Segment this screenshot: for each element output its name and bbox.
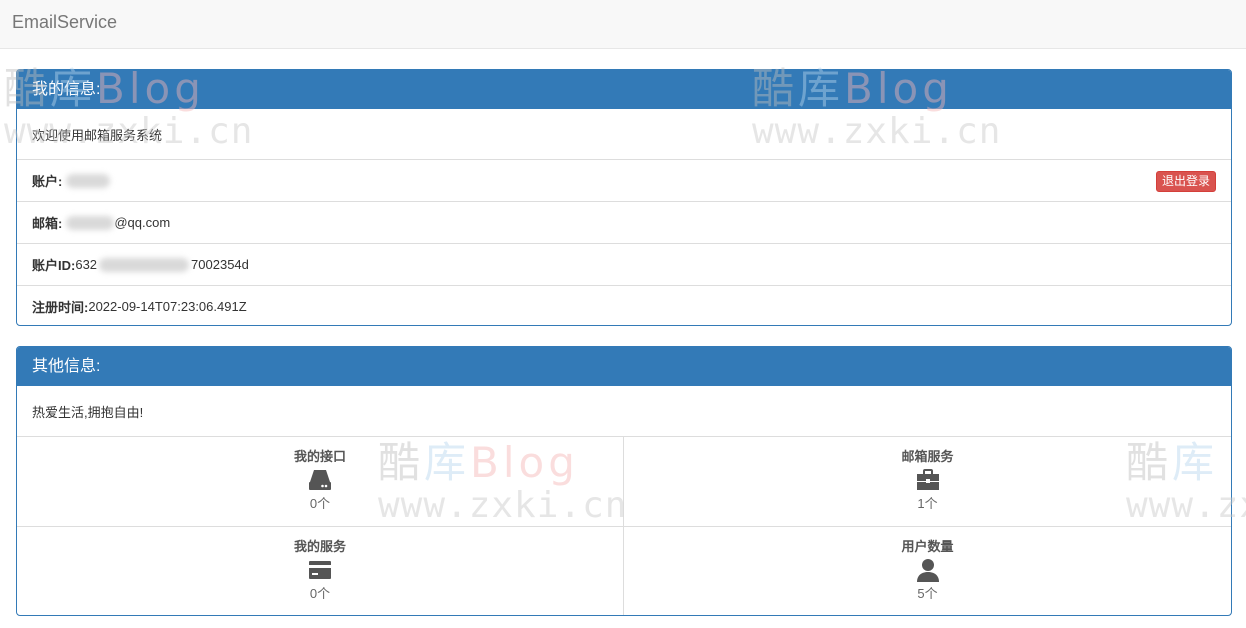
account-id-row: 账户ID: 632 7002354d bbox=[17, 243, 1231, 285]
other-info-panel: 其他信息: 热爱生活,拥抱自由! 我的接口 0个 邮箱服务 1个 我的服务 0个… bbox=[16, 346, 1232, 616]
stat-title: 我的服务 bbox=[293, 539, 346, 554]
email-value: @qq.com bbox=[114, 215, 171, 230]
register-time-row: 注册时间: 2022-09-14T07:23:06.491Z bbox=[17, 285, 1231, 325]
stat-title: 我的接口 bbox=[293, 449, 346, 464]
register-time-label: 注册时间: bbox=[32, 300, 89, 315]
email-row: 邮箱: @qq.com bbox=[17, 201, 1231, 243]
register-time-value: 2022-09-14T07:23:06.491Z bbox=[88, 299, 247, 314]
account-value-redacted bbox=[66, 173, 111, 188]
account-id-label: 账户ID: bbox=[32, 258, 76, 273]
stats-grid: 我的接口 0个 邮箱服务 1个 我的服务 0个 用户数量 5个 bbox=[17, 436, 1231, 615]
welcome-text: 欢迎使用邮箱服务系统 bbox=[32, 128, 163, 143]
my-info-panel: 我的信息: 欢迎使用邮箱服务系统 账户: 退出登录 邮箱: @qq.com 账户… bbox=[16, 69, 1232, 326]
stat-count: 0个 bbox=[309, 496, 331, 511]
logout-button[interactable]: 退出登录 bbox=[1155, 171, 1216, 192]
credit-card-icon bbox=[17, 557, 623, 583]
brand-link[interactable]: EmailService bbox=[12, 12, 117, 33]
user-icon bbox=[624, 557, 1231, 583]
other-info-heading: 其他信息: bbox=[17, 347, 1231, 386]
stat-user-count: 用户数量 5个 bbox=[624, 527, 1231, 615]
motto-text: 热爱生活,拥抱自由! bbox=[32, 405, 144, 420]
stat-my-services: 我的服务 0个 bbox=[17, 527, 624, 615]
navbar: EmailService bbox=[0, 0, 1246, 49]
stat-count: 0个 bbox=[309, 586, 331, 601]
stat-my-interfaces: 我的接口 0个 bbox=[17, 437, 624, 527]
stat-count: 5个 bbox=[917, 586, 938, 601]
account-label: 账户: bbox=[32, 174, 63, 189]
email-label: 邮箱: bbox=[32, 216, 63, 231]
stat-title: 用户数量 bbox=[901, 539, 954, 554]
email-value-redacted bbox=[66, 215, 115, 230]
account-row: 账户: 退出登录 bbox=[17, 159, 1231, 201]
stat-email-services: 邮箱服务 1个 bbox=[624, 437, 1231, 527]
account-id-prefix: 632 bbox=[75, 257, 98, 272]
account-id-suffix: 7002354d bbox=[191, 257, 249, 272]
briefcase-icon bbox=[624, 467, 1231, 493]
account-id-redacted bbox=[99, 257, 190, 272]
hdd-icon bbox=[17, 467, 623, 493]
my-info-heading: 我的信息: bbox=[17, 70, 1231, 109]
stat-title: 邮箱服务 bbox=[901, 449, 954, 464]
stat-count: 1个 bbox=[917, 496, 938, 511]
